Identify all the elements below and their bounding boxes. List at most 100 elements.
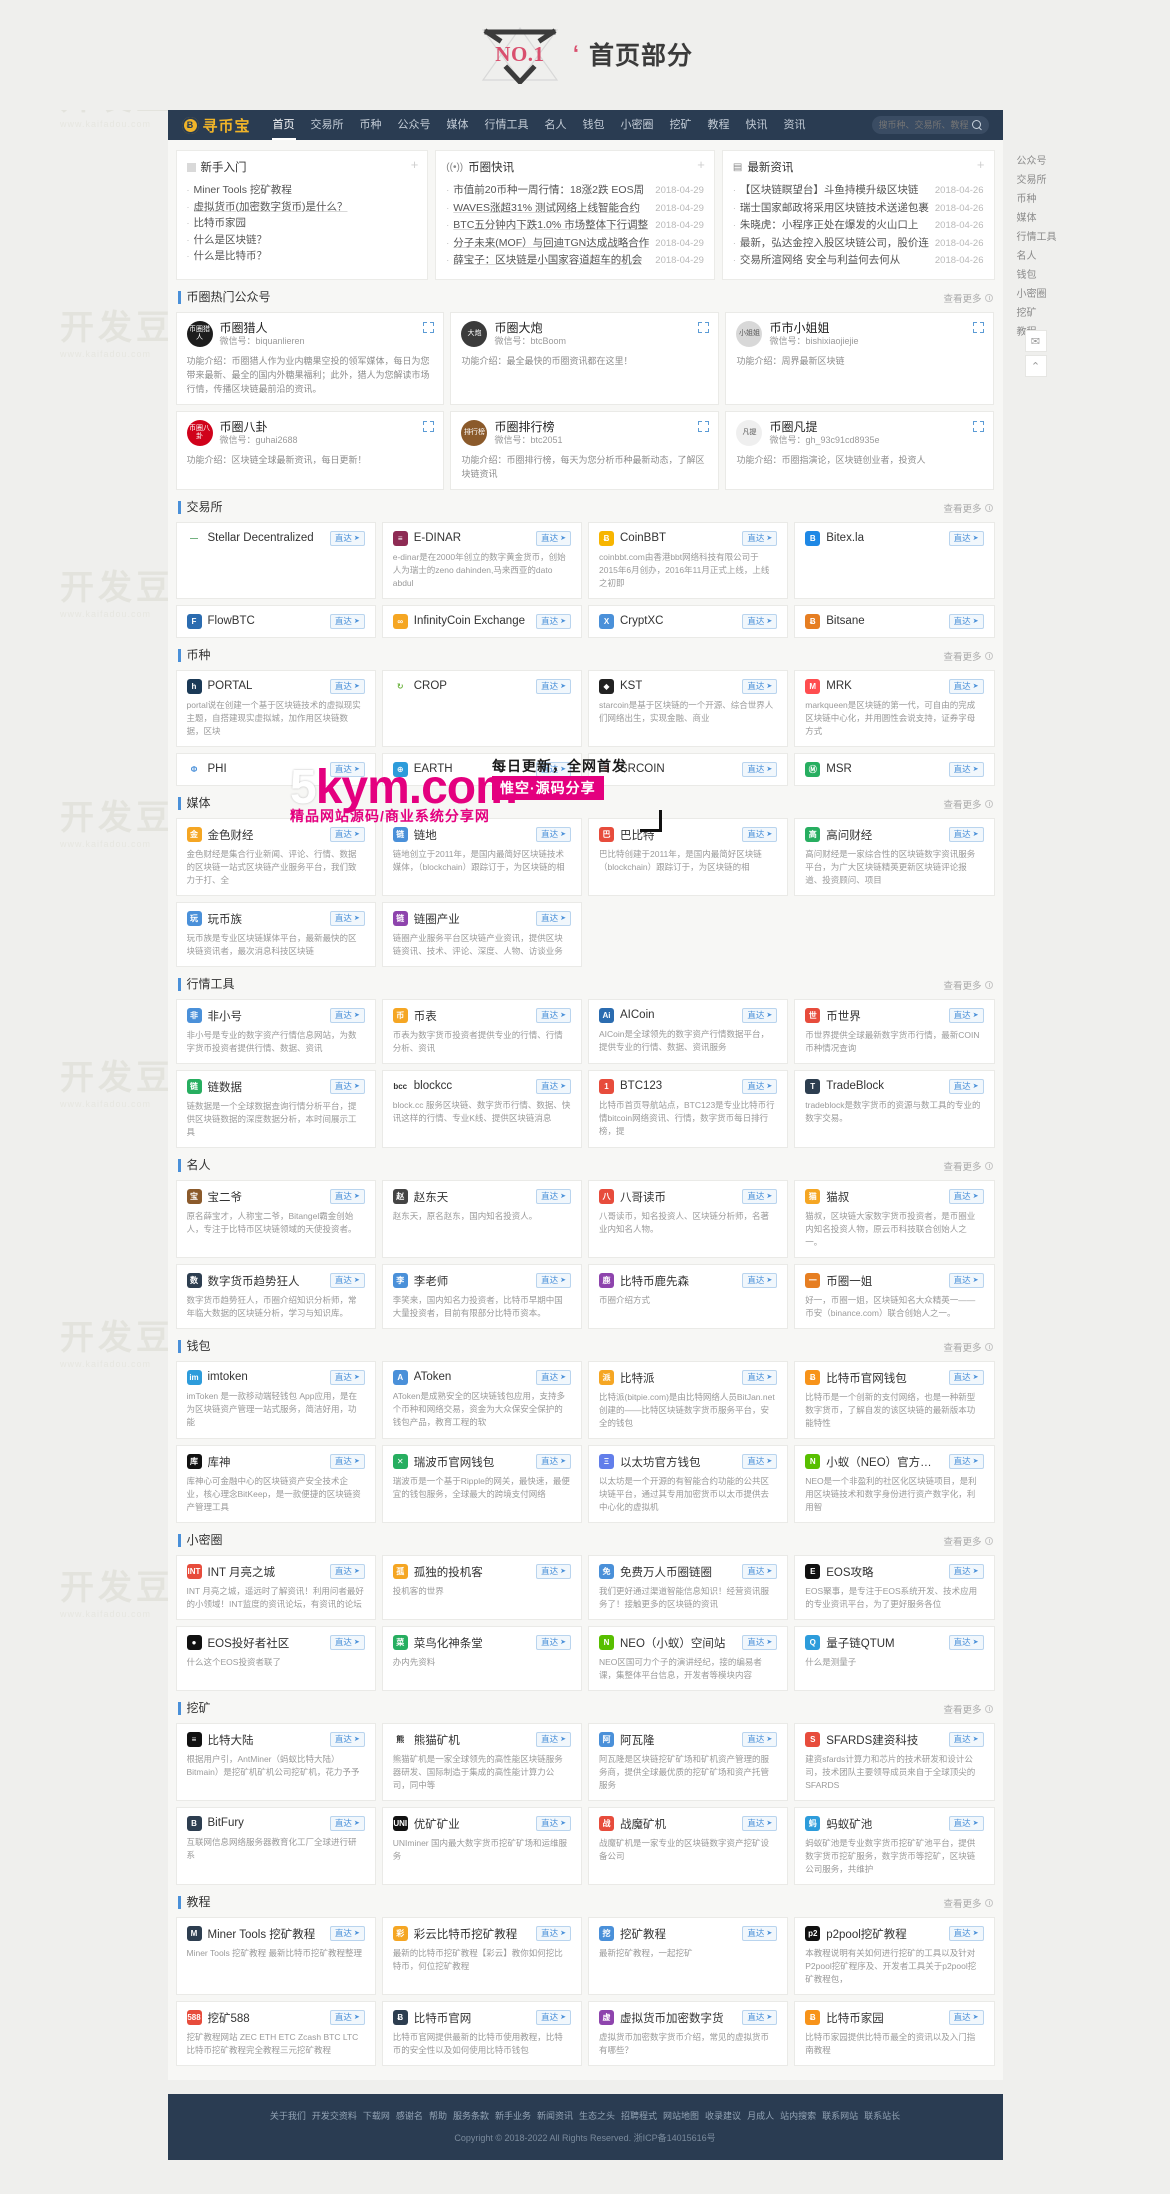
section-more-link[interactable]: 查看更多	[943, 501, 993, 515]
footer-link-6[interactable]: 新手业务	[492, 2111, 534, 2121]
nav-item-7[interactable]: 钱包	[575, 110, 613, 140]
direct-link-badge[interactable]: 直达 ➤	[329, 1635, 365, 1650]
rail-link-5[interactable]: 名人	[1017, 247, 1087, 266]
direct-link-badge[interactable]: 直达 ➤	[948, 1564, 984, 1579]
section-more-link[interactable]: 查看更多	[943, 797, 993, 811]
nav-item-9[interactable]: 挖矿	[662, 110, 700, 140]
direct-link-badge[interactable]: 直达 ➤	[329, 1273, 365, 1288]
link-card[interactable]: 赵赵东天 直达 ➤ 赵东天，原名赵东，国内知名投资人。	[381, 1179, 582, 1258]
link-card[interactable]: 一币圈一姐 直达 ➤ 好一，币圈一姐，区块链知名大众精英一——币安（binance.c…	[794, 1263, 995, 1329]
link-card[interactable]: T TradeBlock 直达 ➤ tradeblock是数字货币的资源与数工具的专业的…	[794, 1069, 995, 1148]
link-card[interactable]: ✕ 瑞波币官网钱包 直达 ➤ 瑞波币是一个基于Ripple的网关，最快速，最便宜的钱包服…	[381, 1444, 582, 1523]
qrcode-icon[interactable]	[973, 321, 985, 333]
link-card[interactable]: im imtoken 直达 ➤ imToken 是一款移动端轻钱包 App应用，是在为区…	[175, 1360, 376, 1439]
panel-expand-icon[interactable]: +	[697, 158, 705, 171]
link-card[interactable]: 菜菜鸟化神条堂 直达 ➤ 办内先资料	[381, 1625, 582, 1691]
direct-link-badge[interactable]: 直达 ➤	[742, 1370, 778, 1385]
nav-item-0[interactable]: 首页	[265, 110, 303, 140]
search-input[interactable]	[878, 120, 969, 130]
link-card[interactable]: F FlowBTC 直达 ➤	[175, 604, 376, 638]
nav-item-6[interactable]: 名人	[537, 110, 575, 140]
panel-list-item[interactable]: · 薛宝子：区块链是小国家容道超车的机会 2018-04-29	[446, 252, 704, 270]
chat-icon[interactable]: ✉	[1024, 330, 1047, 352]
rail-link-2[interactable]: 币种	[1017, 190, 1087, 209]
direct-link-badge[interactable]: 直达 ➤	[948, 1926, 984, 1941]
qrcode-icon[interactable]	[698, 420, 710, 432]
link-card[interactable]: Ƀ CoinBBT 直达 ➤ coinbbt.com由香港bbt网络科技有限公司于201…	[588, 521, 789, 599]
public-account-card[interactable]: 排行榜 币圈排行榜 微信号：btc2051 功能介绍：币圈排行榜，每天为您分析币种最新…	[450, 410, 720, 490]
direct-link-badge[interactable]: 直达 ➤	[329, 1815, 365, 1831]
direct-link-badge[interactable]: 直达 ➤	[948, 1273, 984, 1288]
direct-link-badge[interactable]: 直达 ➤	[948, 761, 984, 777]
direct-link-badge[interactable]: 直达 ➤	[536, 613, 571, 629]
link-card[interactable]: N 小蚁（NEO）官方钱包 直达 ➤ NEO是一个非盈利的社区化区块链项目，是利用区块链…	[794, 1444, 995, 1523]
link-card[interactable]: — Stellar Decentralized 直达 ➤	[175, 521, 376, 599]
direct-link-badge[interactable]: 直达 ➤	[329, 613, 365, 629]
direct-link-badge[interactable]: 直达 ➤	[536, 1189, 571, 1204]
qrcode-icon[interactable]	[698, 321, 710, 333]
link-card[interactable]: 蚂蚂蚁矿池 直达 ➤ 蚂蚁矿池是专业数字货币挖矿矿池平台，提供数字货币挖矿服务，数字货…	[794, 1806, 995, 1885]
link-card[interactable]: 八八哥读币 直达 ➤ 八哥读币，知名投资人、区块链分析师，名著业内知名人物。	[588, 1179, 789, 1258]
panel-list-item[interactable]: · 朱晓虎：小程序正处在爆发的火山口上 2018-04-26	[733, 217, 984, 235]
footer-link-12[interactable]: 月成人	[744, 2111, 777, 2121]
link-card[interactable]: ↻ CROP 直达 ➤	[381, 669, 582, 747]
direct-link-badge[interactable]: 直达 ➤	[536, 1564, 571, 1579]
nav-item-3[interactable]: 公众号	[390, 110, 439, 140]
direct-link-badge[interactable]: 直达 ➤	[536, 1816, 571, 1831]
section-more-link[interactable]: 查看更多	[943, 1702, 993, 1716]
direct-link-badge[interactable]: 直达 ➤	[329, 1189, 365, 1204]
direct-link-badge[interactable]: 直达 ➤	[742, 761, 778, 777]
direct-link-badge[interactable]: 直达 ➤	[742, 1732, 778, 1747]
direct-link-badge[interactable]: 直达 ➤	[329, 678, 365, 694]
panel-expand-icon[interactable]: +	[977, 158, 985, 171]
direct-link-badge[interactable]: 直达 ➤	[948, 1078, 984, 1094]
panel-list-item[interactable]: · 虚拟货币(加密数字货币)是什么？	[187, 199, 418, 216]
direct-link-badge[interactable]: 直达 ➤	[536, 678, 571, 694]
panel-expand-icon[interactable]: +	[411, 158, 419, 171]
direct-link-badge[interactable]: 直达 ➤	[329, 2010, 365, 2025]
link-card[interactable]: 猫猫叔 直达 ➤ 猫叔，区块链大家数字货币投资者，是币圈业内知名投资人物，原云币科技联…	[794, 1179, 995, 1258]
direct-link-badge[interactable]: 直达 ➤	[536, 1369, 571, 1385]
direct-link-badge[interactable]: 直达 ➤	[536, 1454, 571, 1469]
direct-link-badge[interactable]: 直达 ➤	[536, 1273, 571, 1288]
direct-link-badge[interactable]: 直达 ➤	[536, 1078, 571, 1094]
link-card[interactable]: Q 量子链QTUM 直达 ➤ 什么是测量子	[794, 1625, 995, 1691]
direct-link-badge[interactable]: 直达 ➤	[329, 1079, 365, 1094]
footer-link-1[interactable]: 开发交资料	[309, 2111, 360, 2121]
link-card[interactable]: A AToken 直达 ➤ AToken是成熟安全的区块链钱包应用，支持多个币种和网络交…	[381, 1360, 582, 1439]
link-card[interactable]: 非非小号 直达 ➤ 非小号是专业的数字资产行情信息网站，为数字货币投资者提供行情、数据…	[175, 998, 376, 1064]
direct-link-badge[interactable]: 直达 ➤	[948, 1370, 984, 1385]
panel-list-item[interactable]: · 分子未来(MOF）与回迪TGN达成战略合作 2018-04-29	[446, 235, 704, 253]
nav-item-2[interactable]: 币种	[352, 110, 390, 140]
panel-list-item[interactable]: · 交易所渲网络 安全与利益何去何从 2018-04-26	[733, 252, 984, 270]
direct-link-badge[interactable]: 直达 ➤	[742, 1078, 778, 1094]
link-card[interactable]: Ξ 以太坊官方钱包 直达 ➤ 以太坊是一个开源的有智能合约功能的公共区块链平台，通过其专…	[588, 1444, 789, 1523]
nav-item-5[interactable]: 行情工具	[477, 110, 537, 140]
link-card[interactable]: N NEO（小蚁）空间站 直达 ➤ NEO区国可力个子的演讲经纪，接的编易者课，集整体平…	[588, 1625, 789, 1691]
link-card[interactable]: 宝宝二爷 直达 ➤ 原名薛宝才，人称宝二爷，Bitangel霸金创始人，专注于比特币区…	[175, 1179, 376, 1258]
panel-list-item[interactable]: · Miner Tools 挖矿教程	[187, 182, 418, 199]
panel-list-item[interactable]: · 什么是比特币？	[187, 248, 418, 265]
footer-link-3[interactable]: 感谢名	[393, 2111, 426, 2121]
direct-link-badge[interactable]: 直达 ➤	[536, 1008, 571, 1023]
qrcode-icon[interactable]	[423, 420, 435, 432]
nav-item-1[interactable]: 交易所	[303, 110, 352, 140]
section-more-link[interactable]: 查看更多	[943, 1340, 993, 1354]
footer-link-13[interactable]: 站内搜索	[777, 2111, 819, 2121]
direct-link-badge[interactable]: 直达 ➤	[329, 1454, 365, 1469]
public-account-card[interactable]: 凡提 币圈凡提 微信号：gh_93c91cd8935e 功能介绍：币圈指演论，区块链创…	[725, 410, 995, 490]
link-card[interactable]: 币币表 直达 ➤ 币表为数字货币投资者提供专业的行情、行情分析、资讯	[381, 998, 582, 1064]
section-more-link[interactable]: 查看更多	[943, 1159, 993, 1173]
direct-link-badge[interactable]: 直达 ➤	[329, 1008, 365, 1023]
direct-link-badge[interactable]: 直达 ➤	[329, 1564, 365, 1579]
link-card[interactable]: 李李老师 直达 ➤ 李笑来，国内知名力投资者，比特币早期中国大量投资者，目前有限部分比…	[381, 1263, 582, 1329]
link-card[interactable]: 数数字货币趋势狂人 直达 ➤ 数字货币趋势狂人，币圈介绍知识分析师，常年临大数据的区块…	[175, 1263, 376, 1329]
link-card[interactable]: ≡ E-DINAR 直达 ➤ e-dinar是在2000年创立的数字黄金货币，创始人为瑞…	[381, 521, 582, 599]
nav-item-8[interactable]: 小密圈	[613, 110, 662, 140]
link-card[interactable]: 派比特派 直达 ➤ 比特派(bitpie.com)是由比特网络人员BitJan.net…	[588, 1360, 789, 1439]
public-account-card[interactable]: 小姐姐 币市小姐姐 微信号：bishixiaojiejie 功能介绍：周界最新区块链	[725, 311, 995, 405]
section-more-link[interactable]: 查看更多	[943, 1896, 993, 1910]
link-card[interactable]: Ƀ 比特币官网 直达 ➤ 比特币官网提供最新的比特币使用教程，比特币的安全性以及如何使用…	[381, 2000, 582, 2066]
link-card[interactable]: M Miner Tools 挖矿教程 直达 ➤ Miner Tools 挖矿教程 最新比…	[175, 1916, 376, 1995]
link-card[interactable]: INT INT 月亮之城 直达 ➤ INT 月亮之城，遥远时了解资讯！利用问者最好的小领…	[175, 1554, 376, 1620]
